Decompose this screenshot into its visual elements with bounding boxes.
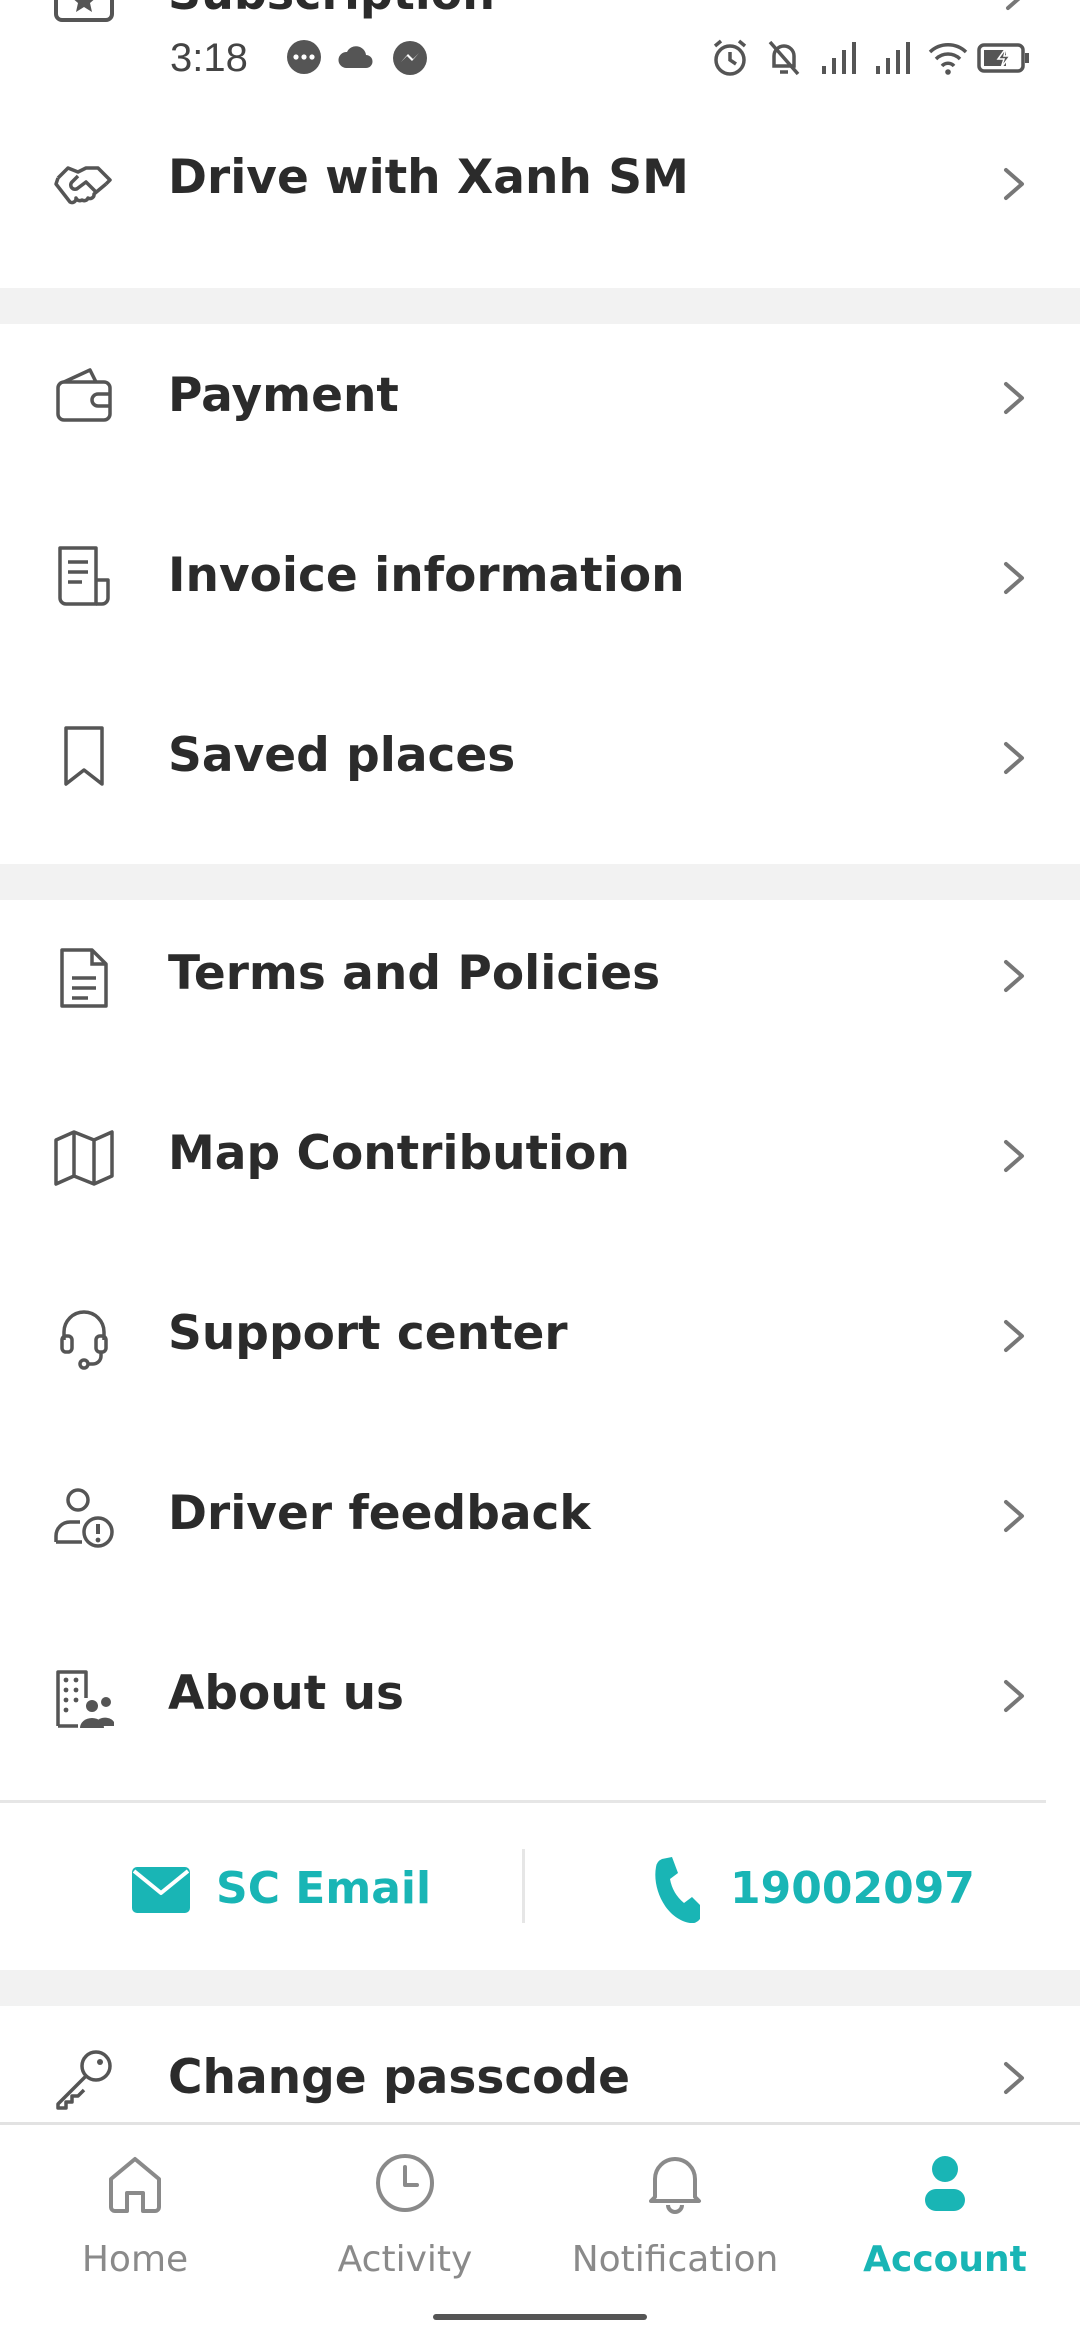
key-icon (56, 2050, 112, 2110)
sc-email-button[interactable]: SC Email (130, 1855, 432, 1925)
home-indicator[interactable] (433, 2314, 647, 2320)
cloud-icon (338, 46, 373, 68)
headset-icon (60, 1310, 108, 1370)
chevron-right-icon (1004, 1500, 1024, 1532)
menu-row-label: About us (168, 1666, 405, 1721)
menu-row-label: Driver feedback (168, 1486, 591, 1541)
nav-home[interactable]: Home (0, 2151, 270, 2291)
menu-row-label: Terms and Policies (168, 946, 661, 1001)
bookmark-icon (64, 726, 104, 786)
signal-icon-2 (876, 42, 910, 74)
nav-notification-label: Notification (571, 2239, 779, 2280)
contact-separator (522, 1849, 525, 1923)
nav-account[interactable]: Account (810, 2151, 1080, 2291)
chevron-right-icon (1004, 382, 1024, 414)
nav-home-label: Home (81, 2239, 189, 2280)
user-alert-icon (54, 1488, 114, 1548)
chevron-right-icon (1006, 0, 1021, 10)
user-icon (925, 2156, 965, 2211)
section-gap (0, 1970, 1080, 2006)
menu-row-saved-places[interactable]: Saved places (0, 684, 1080, 864)
menu-row-label: Saved places (168, 728, 516, 783)
menu-row-driver-feedback[interactable]: Driver feedback (0, 1440, 1080, 1620)
menu-row-support-center[interactable]: Support center (0, 1260, 1080, 1440)
map-icon (54, 1130, 114, 1186)
signal-icon (822, 42, 856, 74)
nav-activity-label: Activity (337, 2239, 473, 2280)
bell-off-icon (768, 40, 800, 76)
clock-icon (376, 2154, 434, 2212)
menu-row-label: Subscription (168, 0, 495, 20)
messenger-icon (393, 41, 427, 75)
mail-icon (132, 1867, 190, 1913)
menu-row-terms-and-policies[interactable]: Terms and Policies (0, 900, 1080, 1080)
menu-row-label: Change passcode (168, 2050, 630, 2105)
menu-row-label: Invoice information (168, 548, 685, 603)
menu-row-payment[interactable]: Payment (0, 324, 1080, 504)
nav-account-label: Account (863, 2239, 1027, 2280)
menu-row-label: Payment (168, 368, 399, 423)
status-bar: 3:18 (0, 20, 1080, 92)
alarm-icon (713, 39, 747, 76)
hotline-label: 19002097 (730, 1863, 975, 1914)
chevron-right-icon (1004, 562, 1024, 594)
section-gap (0, 288, 1080, 324)
menu-row-label: Map Contribution (168, 1126, 630, 1181)
hotline-button[interactable]: 19002097 (652, 1855, 975, 1925)
nav-notification[interactable]: Notification (540, 2151, 810, 2291)
menu-row-invoice-information[interactable]: Invoice information (0, 504, 1080, 684)
account-screen: Subscription 3:18 (0, 0, 1080, 2340)
menu-row-drive-with-xanh-sm[interactable]: Drive with Xanh SM (0, 96, 1080, 276)
document-icon (60, 948, 108, 1008)
chat-bubble-icon (287, 40, 321, 74)
chevron-right-icon (1004, 168, 1024, 200)
chevron-right-icon (1004, 2062, 1024, 2094)
menu-row-map-contribution[interactable]: Map Contribution (0, 1080, 1080, 1260)
divider (0, 1800, 1046, 1803)
wifi-icon (928, 43, 968, 75)
wallet-icon (56, 368, 112, 422)
chevron-right-icon (1004, 960, 1024, 992)
chevron-right-icon (1004, 1140, 1024, 1172)
phone-icon (655, 1857, 700, 1923)
bell-icon (649, 2157, 701, 2214)
battery-charging-icon (977, 43, 1029, 73)
invoice-icon (58, 546, 110, 606)
chevron-right-icon (1004, 1320, 1024, 1352)
home-icon (109, 2157, 161, 2213)
building-icon (56, 1670, 114, 1728)
menu-row-about-us[interactable]: About us (0, 1620, 1080, 1800)
contact-bar: SC Email 19002097 (0, 1805, 1080, 1970)
handshake-icon (54, 166, 112, 205)
nav-activity[interactable]: Activity (270, 2151, 540, 2291)
status-time: 3:18 (170, 36, 248, 80)
sc-email-label: SC Email (216, 1863, 432, 1914)
menu-row-label: Support center (168, 1306, 568, 1361)
bottom-navigation: Home Activity Notification Account (0, 2122, 1080, 2340)
section-gap (0, 864, 1080, 900)
menu-row-label: Drive with Xanh SM (168, 150, 689, 205)
chevron-right-icon (1004, 1680, 1024, 1712)
chevron-right-icon (1004, 742, 1024, 774)
